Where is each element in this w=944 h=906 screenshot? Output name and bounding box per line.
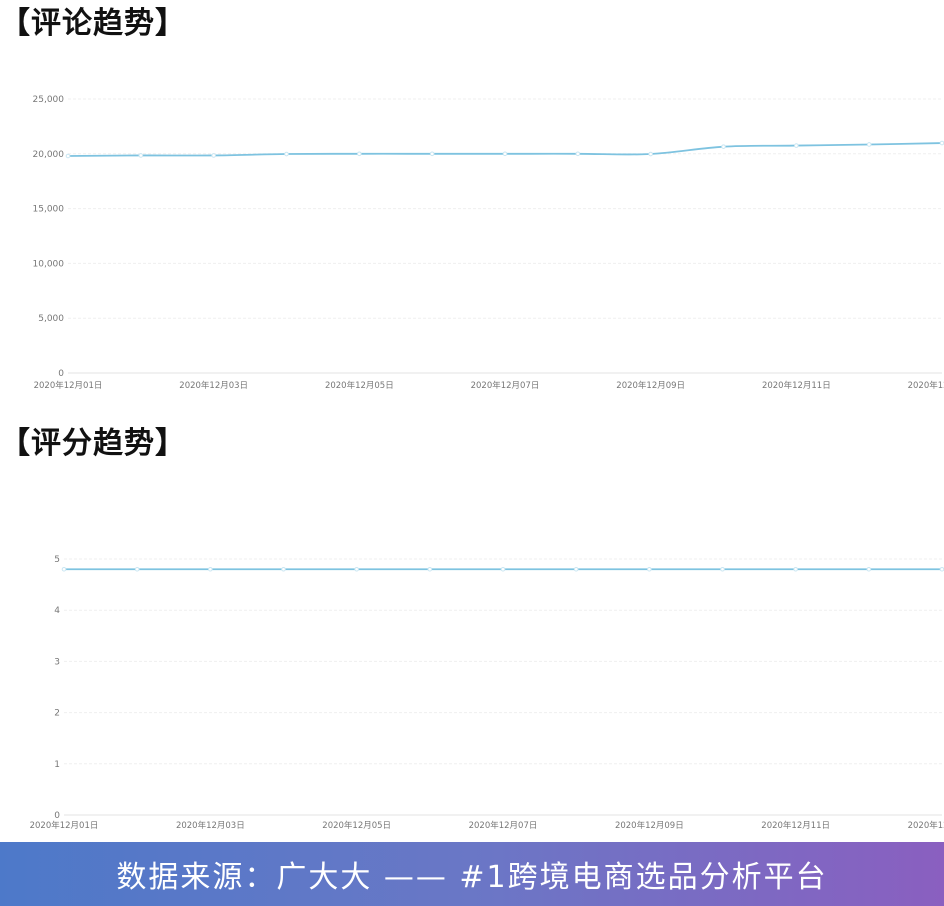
rating-x-tick-label: 2020年12月05日 (322, 820, 391, 831)
review-data-point (211, 153, 216, 158)
rating-x-tick-label: 2020年12月07日 (469, 820, 538, 831)
review-x-tick-label: 2020年12月03日 (179, 380, 248, 391)
review-y-tick-label: 15,000 (33, 205, 65, 215)
data-source-banner: 数据来源：广大大 —— #1跨境电商选品分析平台 (0, 842, 944, 906)
rating-data-point (793, 566, 798, 572)
review-data-point (575, 151, 581, 157)
rating-data-point (573, 566, 579, 572)
rating-data-point (720, 566, 725, 572)
rating-y-tick-label: 5 (54, 555, 60, 565)
rating-data-point (866, 566, 872, 572)
rating-x-tick-label: 2020年12月01日 (30, 820, 99, 831)
review-x-tick-label: 2020年12月05日 (325, 380, 394, 391)
review-y-tick-label: 20,000 (33, 150, 65, 160)
review-data-point (648, 151, 653, 157)
review-data-point (357, 151, 362, 157)
rating-trend-chart: 0 1 2 3 4 5 2020年12月01日 2020年12月03日 2020年12月05日 2… (30, 555, 944, 831)
review-x-tick-label: 2020年12月13日 (908, 380, 944, 391)
review-data-point (284, 151, 289, 157)
rating-x-tick-label: 2020年12月13日 (908, 820, 944, 831)
rating-y-tick-label: 3 (54, 657, 60, 667)
rating-data-point (427, 566, 433, 572)
review-data-point (939, 140, 944, 146)
review-y-tick-label: 10,000 (33, 259, 65, 269)
rating-data-point (281, 566, 286, 572)
rating-y-tick-label: 4 (54, 606, 60, 616)
review-x-tick-label: 2020年12月01日 (34, 380, 103, 391)
review-y-tick-label: 0 (58, 369, 64, 379)
rating-data-point (500, 566, 506, 572)
review-y-tick-label: 5,000 (38, 314, 64, 324)
review-trend-title: 【评论趋势】 (0, 6, 186, 41)
review-x-tick-label: 2020年12月09日 (616, 380, 685, 391)
review-x-tick-label: 2020年12月07日 (471, 380, 540, 391)
review-data-point (502, 151, 508, 157)
rating-data-point (208, 566, 213, 572)
rating-data-point (354, 566, 359, 572)
review-data-point (138, 153, 144, 158)
review-x-tick-label: 2020年12月11日 (762, 380, 831, 391)
rating-y-tick-label: 1 (54, 760, 60, 770)
review-data-point (721, 144, 726, 149)
review-data-point (429, 151, 435, 157)
review-trend-chart: 0 5,000 10,000 15,000 20,000 25,000 2020年12月01… (33, 95, 944, 391)
rating-x-tick-label: 2020年12月11日 (761, 820, 830, 831)
rating-data-point (939, 566, 944, 572)
review-data-point (866, 142, 872, 147)
rating-y-tick-label: 2 (54, 709, 60, 719)
data-source-text: 数据来源：广大大 —— #1跨境电商选品分析平台 (116, 860, 828, 895)
review-data-point (65, 153, 71, 159)
rating-x-tick-label: 2020年12月03日 (176, 820, 245, 831)
rating-x-tick-label: 2020年12月09日 (615, 820, 684, 831)
rating-data-point (647, 566, 652, 572)
rating-data-point (134, 566, 140, 572)
review-data-point (794, 143, 799, 148)
rating-data-point (61, 566, 67, 572)
rating-y-tick-label: 0 (54, 811, 60, 821)
rating-trend-title: 【评分趋势】 (0, 426, 186, 461)
review-y-tick-label: 25,000 (33, 95, 65, 105)
